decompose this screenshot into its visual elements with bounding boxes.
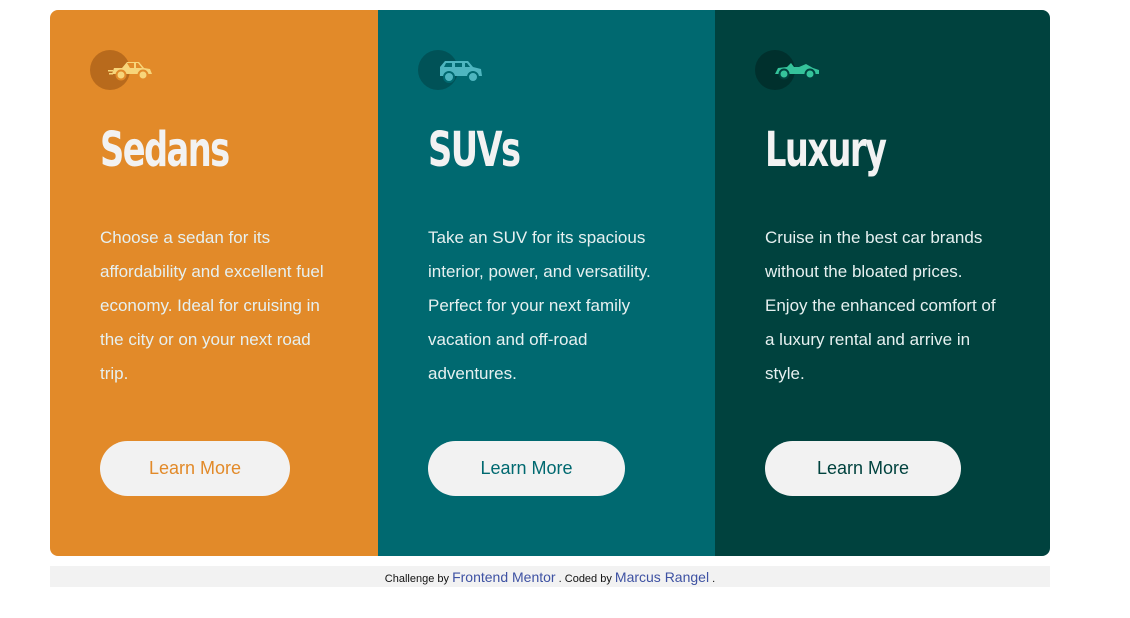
learn-more-button[interactable]: Learn More xyxy=(100,441,290,496)
card-description: Take an SUV for its spacious interior, p… xyxy=(428,228,651,383)
attribution-suffix: . xyxy=(712,573,716,585)
luxury-car-icon xyxy=(755,50,835,90)
attribution-footer: Challenge by Frontend Mentor . Coded by … xyxy=(50,566,1050,587)
card-suvs: SUVs Take an SUV for its spacious interi… xyxy=(378,10,715,556)
card-title: Luxury xyxy=(765,122,887,178)
attribution-middle: . Coded by xyxy=(558,573,612,585)
frontend-mentor-link[interactable]: Frontend Mentor xyxy=(452,569,556,585)
sedan-car-icon xyxy=(90,50,170,90)
attribution-prefix: Challenge by xyxy=(384,573,450,585)
card-title: Sedans xyxy=(100,122,230,178)
learn-more-button[interactable]: Learn More xyxy=(428,441,625,496)
card-sedans: Sedans Choose a sedan for its affordabil… xyxy=(50,10,378,556)
learn-more-button[interactable]: Learn More xyxy=(765,441,961,496)
card-luxury: Luxury Cruise in the best car brands wit… xyxy=(715,10,1050,556)
cards-container: Sedans Choose a sedan for its affordabil… xyxy=(50,10,1050,556)
card-description: Cruise in the best car brands without th… xyxy=(765,228,996,383)
author-link[interactable]: Marcus Rangel xyxy=(615,569,709,585)
card-title: SUVs xyxy=(428,122,521,178)
card-description: Choose a sedan for its affordability and… xyxy=(100,228,324,383)
suv-car-icon xyxy=(418,50,498,90)
